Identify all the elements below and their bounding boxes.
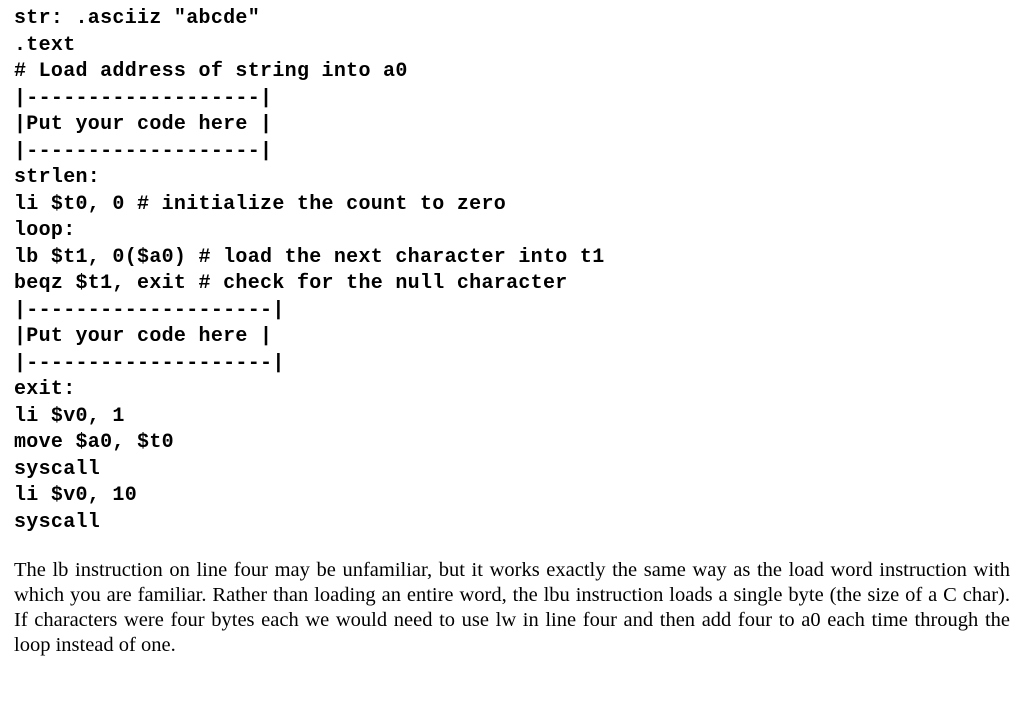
code-line: loop: <box>14 219 76 242</box>
code-line: |-------------------| <box>14 87 272 110</box>
code-line: exit: <box>14 378 76 401</box>
code-listing: str: .asciiz "abcde" .text # Load addres… <box>14 6 1010 536</box>
code-line: |Put your code here | <box>14 325 272 348</box>
code-line: str: .asciiz "abcde" <box>14 7 260 30</box>
code-line: beqz $t1, exit # check for the null char… <box>14 272 568 295</box>
code-line: |--------------------| <box>14 299 285 322</box>
code-line: li $v0, 10 <box>14 484 137 507</box>
code-line: |-------------------| <box>14 140 272 163</box>
code-line: move $a0, $t0 <box>14 431 174 454</box>
code-line: .text <box>14 34 76 57</box>
code-line: syscall <box>14 458 100 481</box>
code-line: syscall <box>14 511 100 534</box>
code-line: li $t0, 0 # initialize the count to zero <box>14 193 506 216</box>
code-line: li $v0, 1 <box>14 405 125 428</box>
document-page: str: .asciiz "abcde" .text # Load addres… <box>0 0 1024 658</box>
code-line: lb $t1, 0($a0) # load the next character… <box>14 246 605 269</box>
explanation-paragraph: The lb instruction on line four may be u… <box>14 558 1010 658</box>
code-line: strlen: <box>14 166 100 189</box>
code-line: |Put your code here | <box>14 113 272 136</box>
code-line: # Load address of string into a0 <box>14 60 408 83</box>
code-line: |--------------------| <box>14 352 285 375</box>
